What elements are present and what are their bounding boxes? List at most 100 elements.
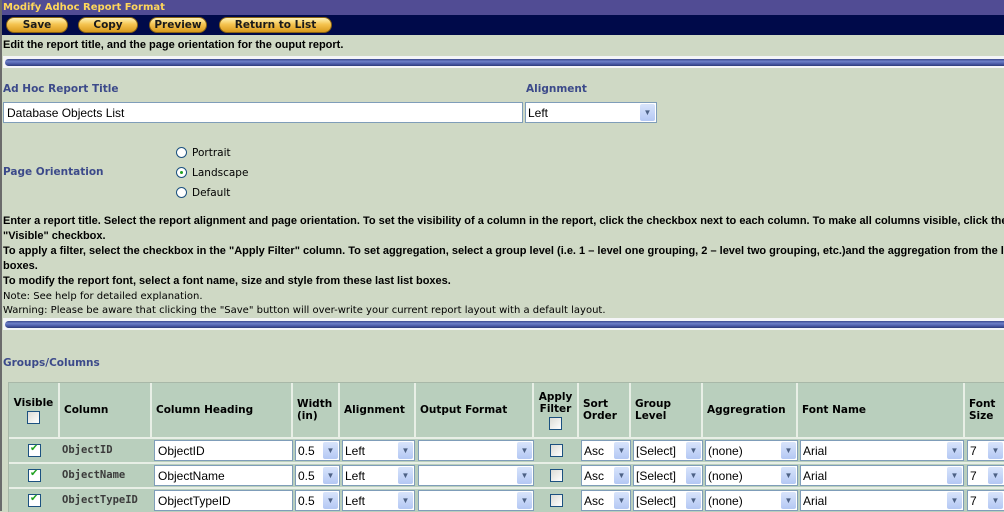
chevron-down-icon: ▼: [517, 492, 532, 509]
aggregation-select[interactable]: (none) ▼: [705, 440, 798, 461]
aggregation-select[interactable]: (none) ▼: [705, 465, 798, 486]
help-text-line: To apply a filter, select the checkbox i…: [3, 245, 1004, 257]
chevron-down-icon: ▼: [614, 492, 629, 509]
column-name: ObjectTypeID: [62, 494, 138, 506]
output-format-select[interactable]: ▼: [418, 440, 534, 461]
chevron-down-icon: ▼: [781, 442, 796, 459]
window-title: Modify Adhoc Report Format: [0, 0, 1004, 15]
default-radio[interactable]: [176, 187, 187, 198]
font-name-select[interactable]: Arial ▼: [800, 465, 964, 486]
chevron-down-icon: ▼: [614, 442, 629, 459]
font-size-select[interactable]: 7 ▼: [967, 490, 1004, 511]
visible-all-checkbox[interactable]: [27, 410, 40, 424]
save-warning: Warning: Please be aware that clicking t…: [3, 305, 606, 316]
width-select[interactable]: 0.5 ▼: [295, 490, 340, 511]
apply-filter-checkbox[interactable]: [550, 494, 563, 507]
page-description: Edit the report title, and the page orie…: [3, 39, 344, 51]
save-button[interactable]: Save: [6, 17, 68, 33]
font-name-select[interactable]: Arial ▼: [800, 490, 964, 511]
portrait-radio[interactable]: [176, 147, 187, 158]
aggregation-select-value: (none): [708, 443, 743, 458]
output-format-select[interactable]: ▼: [418, 465, 534, 486]
sort-order-select-value: Asc: [584, 493, 605, 508]
visible-checkbox[interactable]: [28, 443, 41, 457]
width-select[interactable]: 0.5 ▼: [295, 465, 340, 486]
chevron-down-icon: ▼: [947, 492, 962, 509]
alignment-select[interactable]: Left ▼: [342, 465, 415, 486]
font-name-select[interactable]: Arial ▼: [800, 440, 964, 461]
chevron-down-icon: ▼: [398, 492, 413, 509]
width-select-value: 0.5: [298, 443, 315, 458]
apply-filter-checkbox[interactable]: [550, 444, 563, 457]
aggregation-select-value: (none): [708, 493, 743, 508]
help-note: Note: See help for detailed explanation.: [3, 291, 203, 302]
header-output-format: Output Format: [416, 383, 534, 437]
landscape-label: Landscape: [192, 167, 249, 179]
alignment-select[interactable]: Left ▼: [342, 440, 415, 461]
header-filter-line1: Apply: [538, 390, 573, 403]
apply-filter-all-checkbox[interactable]: [549, 416, 562, 430]
output-format-select[interactable]: ▼: [418, 490, 534, 511]
chevron-down-icon: ▼: [947, 442, 962, 459]
visible-checkbox[interactable]: [28, 493, 41, 507]
chevron-down-icon: ▼: [323, 467, 338, 484]
column-heading-input[interactable]: ObjectID: [154, 440, 293, 461]
alignment-value: Left: [528, 105, 549, 120]
chevron-down-icon: ▼: [517, 467, 532, 484]
divider: [3, 318, 1004, 330]
alignment-select[interactable]: Left ▼: [342, 490, 415, 511]
font-size-select[interactable]: 7 ▼: [967, 440, 1004, 461]
landscape-radio[interactable]: [176, 167, 187, 178]
chevron-down-icon: ▼: [686, 492, 701, 509]
preview-button[interactable]: Preview: [149, 17, 207, 33]
apply-filter-checkbox[interactable]: [550, 469, 563, 482]
header-size-line1: Font: [969, 398, 996, 410]
alignment-select[interactable]: Left ▼: [525, 102, 657, 123]
row-divider: [9, 487, 1004, 489]
header-visible: Visible: [9, 383, 60, 437]
header-sort-line1: Sort: [583, 398, 608, 410]
header-sort-order: Sort Order: [579, 383, 631, 437]
group-level-select[interactable]: [Select] ▼: [633, 465, 703, 486]
chevron-down-icon: ▼: [988, 492, 1003, 509]
portrait-label: Portrait: [192, 147, 231, 159]
chevron-down-icon: ▼: [614, 467, 629, 484]
report-title-input[interactable]: Database Objects List: [3, 102, 523, 123]
header-column: Column: [60, 383, 152, 437]
alignment-select-value: Left: [345, 468, 366, 483]
column-heading-input[interactable]: ObjectName: [154, 465, 293, 486]
toolbar: Save Copy Preview Return to List: [0, 15, 1004, 35]
columns-table: Visible Column Column Heading Width (in) …: [8, 382, 1004, 512]
group-level-select[interactable]: [Select] ▼: [633, 440, 703, 461]
column-name: ObjectID: [62, 444, 113, 456]
report-title-label: Ad Hoc Report Title: [3, 83, 119, 95]
divider: [3, 56, 1004, 68]
chevron-down-icon: ▼: [988, 467, 1003, 484]
chevron-down-icon: ▼: [517, 442, 532, 459]
group-level-select[interactable]: [Select] ▼: [633, 490, 703, 511]
group-level-select-value: [Select]: [636, 493, 677, 508]
sort-order-select[interactable]: Asc ▼: [581, 465, 631, 486]
width-select-value: 0.5: [298, 468, 315, 483]
column-name: ObjectName: [62, 469, 126, 481]
visible-checkbox[interactable]: [28, 468, 41, 482]
sort-order-select[interactable]: Asc ▼: [581, 440, 631, 461]
chevron-down-icon: ▼: [781, 492, 796, 509]
header-font-name: Font Name: [798, 383, 965, 437]
copy-button[interactable]: Copy: [78, 17, 138, 33]
help-text-line: boxes.: [3, 260, 38, 272]
header-group-line1: Group: [635, 398, 672, 410]
font-size-select[interactable]: 7 ▼: [967, 465, 1004, 486]
row-divider: [9, 437, 1004, 439]
width-select[interactable]: 0.5 ▼: [295, 440, 340, 461]
return-to-list-button[interactable]: Return to List: [219, 17, 332, 33]
sort-order-select[interactable]: Asc ▼: [581, 490, 631, 511]
header-group-line2: Level: [635, 410, 667, 422]
header-column-heading: Column Heading: [152, 383, 293, 437]
aggregation-select[interactable]: (none) ▼: [705, 490, 798, 511]
chevron-down-icon: ▼: [781, 467, 796, 484]
page-orientation-label: Page Orientation: [3, 166, 104, 178]
header-apply-filter: Apply Filter: [534, 383, 579, 437]
column-heading-input[interactable]: ObjectTypeID: [154, 490, 293, 511]
help-text-line: To modify the report font, select a font…: [3, 275, 451, 287]
